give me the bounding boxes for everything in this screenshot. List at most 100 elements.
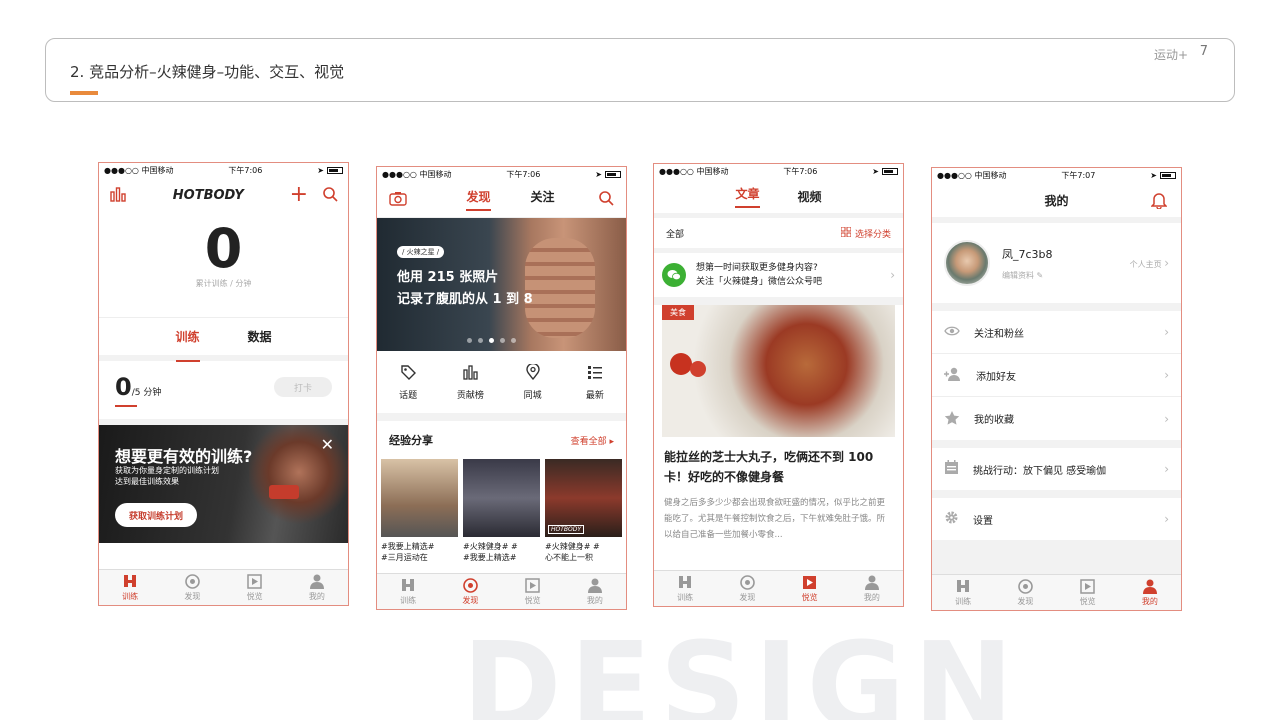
tabbar-article[interactable]: 悦览 — [1057, 575, 1119, 610]
chevron-right-icon: › — [1164, 256, 1169, 270]
tabbar-mine[interactable]: 我的 — [286, 570, 348, 605]
experience-caption-2: #我要上精选# — [463, 553, 517, 562]
tabbar-article[interactable]: 悦览 — [224, 570, 286, 605]
tabbar-train[interactable]: 训练 — [99, 570, 161, 605]
location-icon: ➤ — [1150, 171, 1157, 180]
tab-bar: 训练 发现 悦览 我的 — [932, 574, 1181, 610]
experience-card[interactable]: #火辣健身# # #我要上精选# — [463, 459, 540, 563]
see-all-label: 查看全部 — [570, 436, 607, 447]
location-icon: ➤ — [872, 167, 879, 176]
tabbar-discover-label: 发现 — [1017, 597, 1034, 606]
tabbar-train[interactable]: 训练 — [377, 574, 439, 609]
tab-video[interactable]: 视频 — [798, 188, 822, 205]
tabbar-mine-label: 我的 — [586, 596, 603, 605]
menu-settings[interactable]: 设置 › — [932, 498, 1181, 540]
tabbar-mine[interactable]: 我的 — [1119, 575, 1181, 610]
cat-topic-label: 话题 — [399, 390, 418, 401]
article-title[interactable]: 能拉丝的芝士大丸子，吃俩还不到 100 卡！好吃的不像健身餐 — [654, 437, 903, 487]
search-icon[interactable] — [322, 186, 338, 205]
tabbar-discover[interactable]: 发现 — [716, 571, 778, 606]
menu-favorites-label: 我的收藏 — [974, 415, 1014, 426]
hero-abs-image — [525, 238, 595, 338]
grid-icon — [840, 226, 852, 240]
menu-challenge[interactable]: 挑战行动：放下偏见 感受瑜伽 › — [932, 448, 1181, 490]
wechat-line-2: 关注「火辣健身」微信公众号吧 — [696, 277, 823, 287]
tabbar-train[interactable]: 训练 — [932, 575, 994, 610]
homepage-link[interactable]: 个人主页 › — [1130, 256, 1169, 270]
tabbar-mine[interactable]: 我的 — [564, 574, 626, 609]
discover-icon — [184, 573, 200, 589]
location-pin-icon — [525, 362, 540, 383]
promo-banner[interactable]: ✕ 想要更有效的训练? 获取为你量身定制的训练计划 达到最佳训练效果 获取训练计… — [99, 425, 348, 543]
avatar[interactable] — [944, 240, 990, 286]
tab-follow[interactable]: 关注 — [531, 188, 555, 211]
tab-data[interactable]: 数据 — [248, 328, 272, 345]
cat-topic[interactable]: 话题 — [377, 364, 439, 401]
menu-challenge-label: 挑战行动：放下偏见 感受瑜伽 — [973, 465, 1107, 477]
add-icon[interactable]: + — [290, 184, 308, 206]
select-category-label: 选择分类 — [854, 229, 891, 240]
menu-follow-fans[interactable]: 关注和粉丝 › — [932, 311, 1181, 354]
menu-add-friend-label: 添加好友 — [976, 371, 1016, 383]
tabbar-article[interactable]: 悦览 — [502, 574, 564, 609]
menu-group: 关注和粉丝 › 添加好友 › 我的收藏 › — [932, 311, 1181, 440]
add-user-icon — [944, 367, 962, 384]
edit-profile-link[interactable]: 编辑资料 ✎ — [1002, 270, 1118, 281]
article-image[interactable]: 美食 — [662, 305, 895, 437]
discover-icon — [1017, 578, 1033, 594]
checkin-button[interactable]: 打卡 — [274, 377, 332, 397]
tabbar-discover[interactable]: 发现 — [439, 574, 501, 609]
hero-banner[interactable]: / 火辣之星 / 他用 215 张照片 记录了腹肌的从 1 到 8 — [377, 218, 626, 351]
banner-subtitle-1: 获取为你量身定制的训练计划 — [115, 466, 219, 475]
tabbar-mine[interactable]: 我的 — [841, 571, 903, 606]
tab-train[interactable]: 训练 — [175, 328, 199, 345]
page-title: 我的 — [1044, 193, 1069, 208]
tabbar-article-label: 悦览 — [524, 596, 541, 605]
wechat-prompt[interactable]: 想第一时间获取更多健身内容? 关注「火辣健身」微信公众号吧 › — [654, 253, 903, 297]
app-logo: HOTBODY — [172, 187, 244, 203]
tabbar-discover[interactable]: 发现 — [994, 575, 1056, 610]
nav-bar: 我的 — [932, 183, 1181, 217]
section-title: 经验分享 — [389, 434, 433, 447]
chevron-right-icon: › — [1164, 325, 1169, 339]
cat-latest[interactable]: 最新 — [564, 364, 626, 401]
search-icon[interactable] — [598, 190, 614, 209]
select-category-button[interactable]: 选择分类 — [840, 226, 891, 240]
tabbar-train[interactable]: 训练 — [654, 571, 716, 606]
filter-all[interactable]: 全部 — [666, 227, 684, 240]
menu-favorites[interactable]: 我的收藏 › — [932, 397, 1181, 440]
tabbar-discover[interactable]: 发现 — [161, 570, 223, 605]
camera-icon[interactable] — [389, 191, 407, 209]
get-plan-button[interactable]: 获取训练计划 — [115, 503, 197, 527]
progress-bar — [115, 405, 137, 407]
nav-bar: HOTBODY + — [99, 178, 348, 212]
tab-article[interactable]: 文章 — [735, 185, 760, 208]
cat-ranking[interactable]: 贡献榜 — [439, 364, 501, 401]
experience-card[interactable]: HOTBODY #火辣健身# # 心不能上一积 — [545, 459, 622, 563]
profile-card[interactable]: 凤_7c3b8 编辑资料 ✎ 个人主页 › — [932, 223, 1181, 303]
food-tag: 美食 — [662, 305, 694, 320]
stats-icon[interactable] — [109, 186, 127, 205]
nav-bar: 文章 视频 — [654, 179, 903, 213]
section-header: 经验分享 查看全部 ▸ — [377, 421, 626, 459]
chevron-right-icon: › — [1164, 411, 1169, 426]
category-row: 话题 贡献榜 同城 最新 — [377, 351, 626, 413]
tabbar-train-label: 训练 — [122, 592, 139, 601]
status-bar: ●●●○○ 中国移动 下午7:06 ➤ — [99, 163, 348, 178]
bell-icon[interactable] — [1150, 192, 1168, 212]
menu-add-friend[interactable]: 添加好友 › — [932, 354, 1181, 397]
menu-follow-label: 关注和粉丝 — [974, 328, 1024, 340]
tabbar-article[interactable]: 悦览 — [779, 571, 841, 606]
tag-icon — [400, 364, 417, 383]
see-all-link[interactable]: 查看全部 ▸ — [571, 434, 614, 447]
user-icon — [864, 574, 880, 590]
status-bar: ●●●○○ 中国移动 下午7:07 ➤ — [932, 168, 1181, 183]
page-number: 7 — [1199, 44, 1208, 59]
cat-local[interactable]: 同城 — [502, 362, 564, 401]
tabbar-mine-label: 我的 — [308, 592, 325, 601]
experience-card[interactable]: #我要上精选# #三月运动在 — [381, 459, 458, 563]
tab-discover[interactable]: 发现 — [466, 188, 491, 211]
battery-icon — [1160, 172, 1176, 179]
experience-list: #我要上精选# #三月运动在 #火辣健身# # #我要上精选# HOTBODY … — [377, 459, 626, 563]
close-icon[interactable]: ✕ — [321, 435, 334, 454]
